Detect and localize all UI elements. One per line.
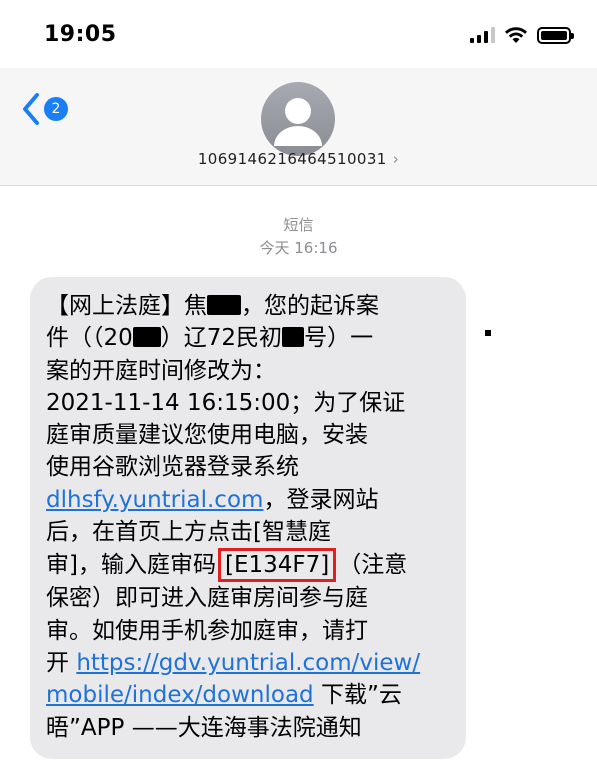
redacted-year [132,327,161,348]
contact-number-text: 1069146216464510031 [197,150,387,168]
download-link[interactable]: mobile/index/download [46,682,314,708]
back-button[interactable]: 2 [20,92,68,126]
chevron-right-icon: › [392,150,400,168]
message-line: 庭审质量建议您使用电脑，安装 [46,422,368,449]
conversation-header: 2 1069146216464510031 › [0,68,597,186]
message-timestamp: 今天 16:16 [259,239,338,257]
download-link[interactable]: https://gdv.yuntrial.com/view/ [76,650,420,676]
cellular-signal-icon [470,27,495,43]
unread-count-badge: 2 [44,97,68,121]
person-icon [274,98,322,146]
message-line: mobile/index/download 下载”云 [46,682,402,709]
message-line: 审]，输入庭审码 [E134F7] （注意 [46,548,452,583]
message-line: 案的开庭时间修改为： [46,357,276,384]
message-service-label: 短信 [283,216,314,234]
message-line: 后，在首页上方点击[智慧庭 [46,519,331,546]
message-line: dlhsfy.yuntrial.com，登录网站 [46,486,379,513]
status-bar: 19:05 [0,0,597,68]
battery-icon [537,26,574,44]
contact-number[interactable]: 1069146216464510031 › [0,150,597,168]
message-line: 使用谷歌浏览器登录系统 [46,454,299,481]
website-link[interactable]: dlhsfy.yuntrial.com [46,487,263,513]
message-line: 晤”APP ——大连海事法院通知 [46,714,362,741]
message-line: 保密）即可进入庭审房间参与庭 [46,585,368,612]
message-bubble[interactable]: 【网上法庭】焦 ，您的起诉案 件（（20 ）辽72民初 号）一 案的开庭时间修改为： … [30,277,466,759]
message-line: 件（（20 ）辽72民初 号）一 [46,325,374,352]
stray-mark [485,330,491,336]
contact-avatar[interactable] [261,82,335,156]
message-line: 开 https://gdv.yuntrial.com/view/ [46,649,421,676]
status-icons [470,26,574,44]
wifi-icon [505,27,527,43]
redacted-case-number [282,327,305,348]
message-line: 【网上法庭】焦 ，您的起诉案 [46,293,379,319]
chevron-left-icon [23,93,39,125]
redacted-name [207,295,241,315]
message-line: 2021-11-14 16:15:00；为了保证 [46,389,406,416]
status-time: 19:05 [44,22,117,47]
message-line: 审。如使用手机参加庭审，请打 [46,617,368,644]
court-code-highlight: [E134F7] [217,548,337,583]
